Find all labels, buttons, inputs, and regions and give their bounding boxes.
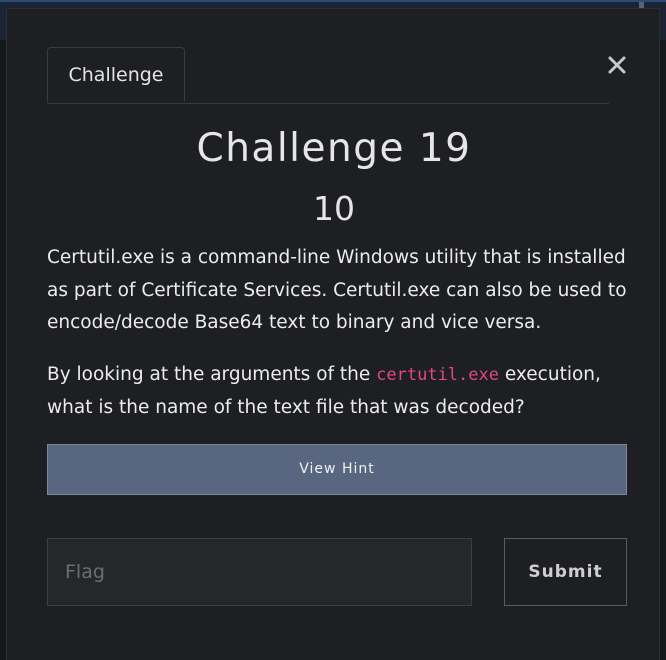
modal-tab-bar: Challenge [47,47,609,104]
close-icon[interactable] [605,53,629,77]
flag-input[interactable] [47,538,472,606]
question-code: certutil.exe [376,365,499,385]
challenge-modal: Challenge Challenge 19 10 Certutil.exe i… [6,8,660,660]
submit-button[interactable]: Submit [504,538,627,606]
challenge-question: By looking at the arguments of the certu… [47,359,637,424]
question-text-before: By looking at the arguments of the [47,364,377,385]
challenge-points: 10 [313,189,355,228]
challenge-title: Challenge 19 [196,126,472,171]
challenge-description: Certutil.exe is a command-line Windows u… [47,247,627,333]
tab-challenge[interactable]: Challenge [47,47,185,102]
view-hint-button[interactable]: View Hint [47,444,627,495]
